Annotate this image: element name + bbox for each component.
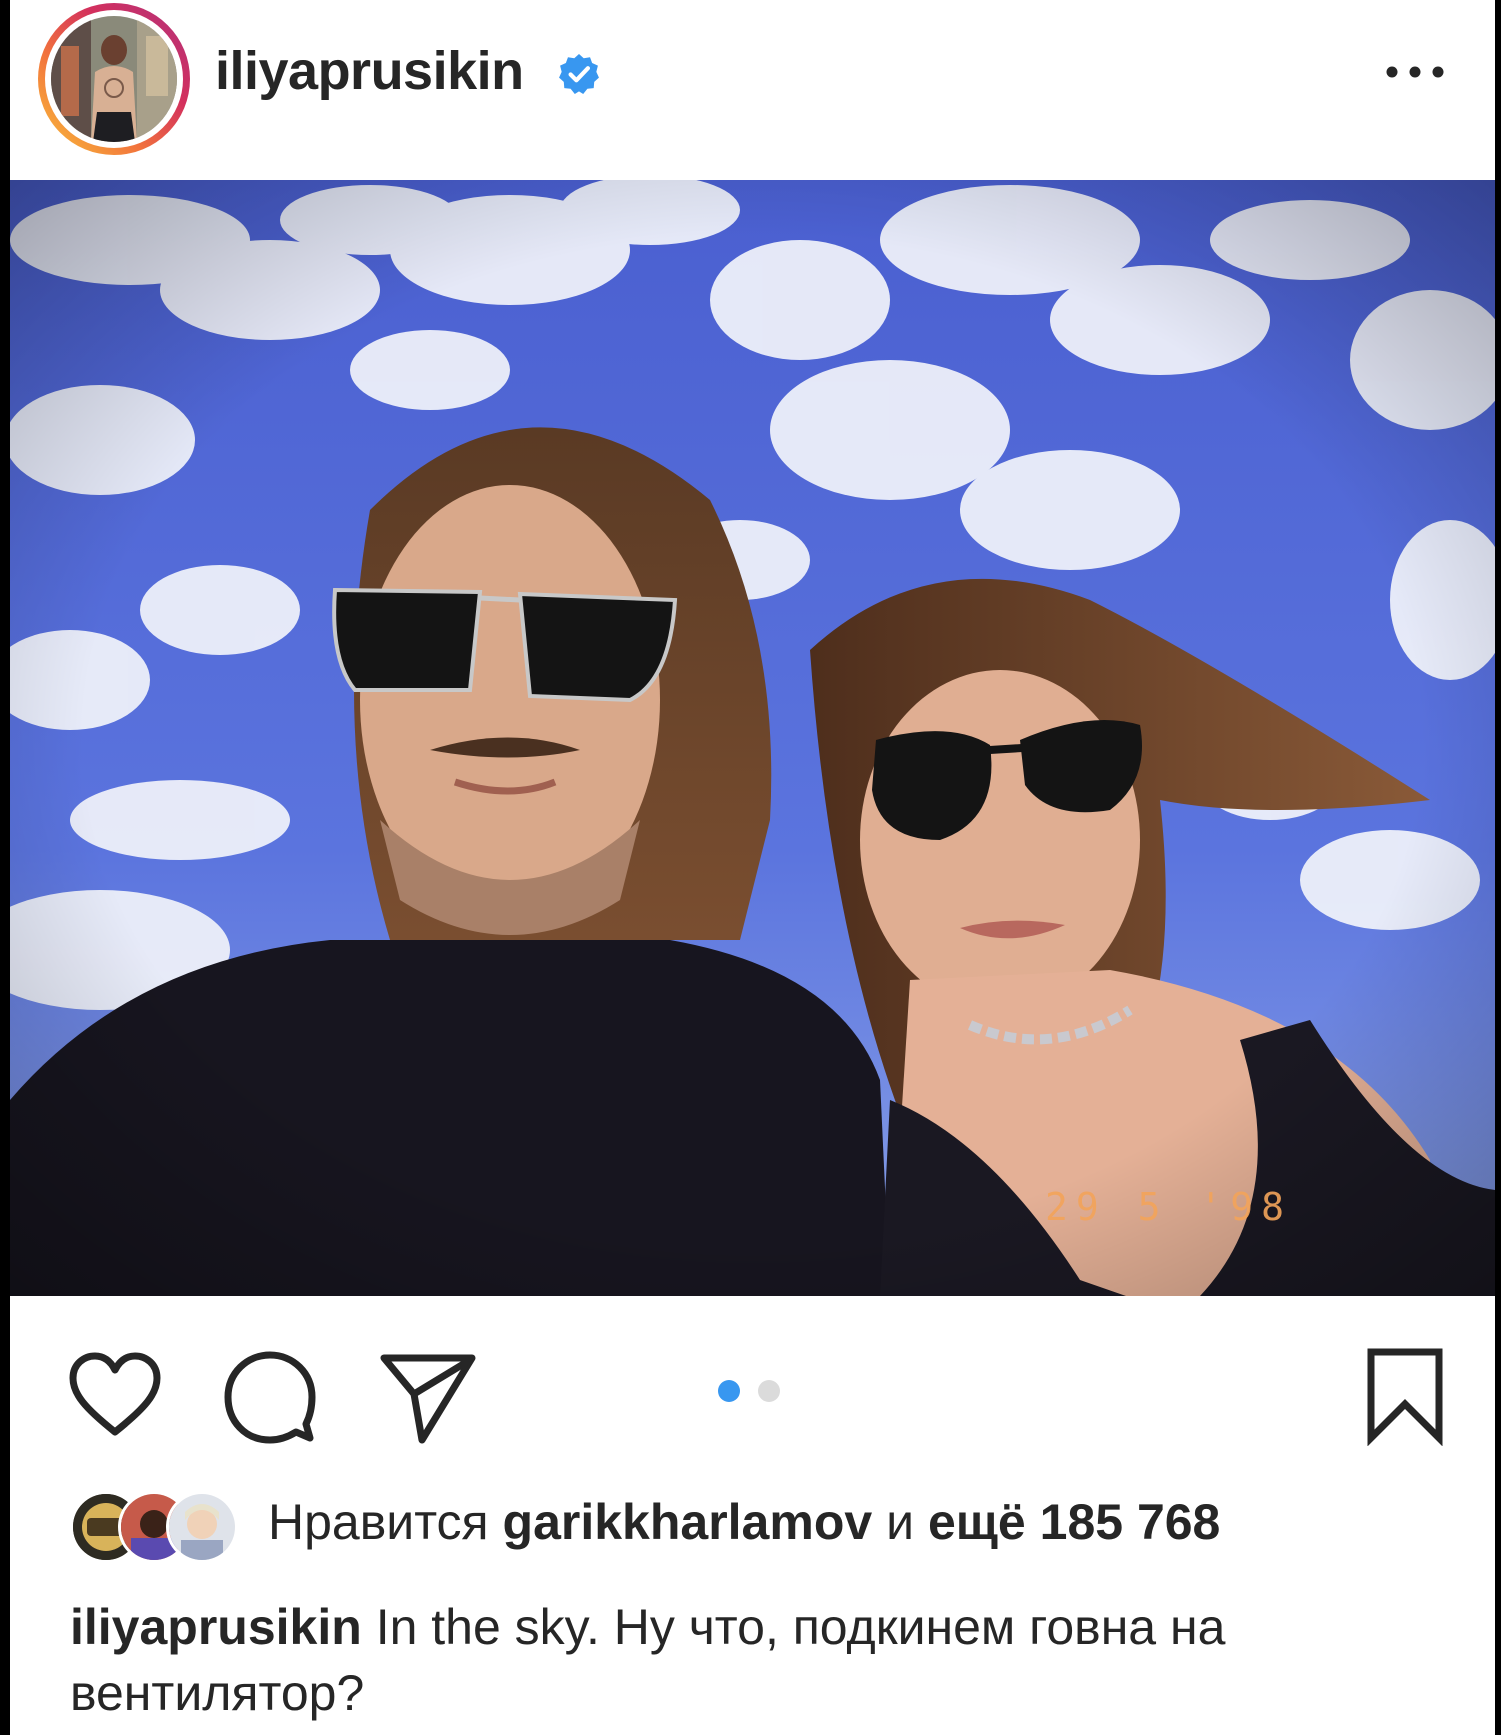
likes-text: Нравится garikkharlamov и ещё 185 768 bbox=[268, 1493, 1220, 1551]
likes-row: Нравится garikkharlamov и ещё 185 768 bbox=[70, 1487, 1490, 1567]
likes-count[interactable]: ещё 185 768 bbox=[928, 1494, 1220, 1550]
post-photo[interactable] bbox=[10, 180, 1495, 1296]
liker-username[interactable]: garikkharlamov bbox=[503, 1494, 873, 1550]
caption-author[interactable]: iliyaprusikin bbox=[70, 1599, 362, 1655]
date-stamp: 29 5 '98 bbox=[1045, 1185, 1293, 1229]
post-header: iliyaprusikin bbox=[10, 0, 1495, 180]
likes-conjunction: и bbox=[886, 1494, 915, 1550]
story-ring[interactable] bbox=[38, 3, 190, 155]
more-horizontal-icon[interactable] bbox=[1380, 52, 1450, 92]
send-icon[interactable] bbox=[378, 1348, 478, 1448]
heart-icon[interactable] bbox=[65, 1346, 165, 1446]
post-username[interactable]: iliyaprusikin bbox=[215, 40, 524, 102]
liker-avatars[interactable] bbox=[70, 1487, 250, 1563]
verified-badge-icon bbox=[559, 54, 599, 94]
likes-prefix: Нравится bbox=[268, 1494, 489, 1550]
comment-icon[interactable] bbox=[220, 1346, 320, 1446]
bookmark-icon[interactable] bbox=[1355, 1346, 1455, 1446]
instagram-post: iliyaprusikin 29 5 '98 Нравится garikkha… bbox=[10, 0, 1495, 1735]
post-actions bbox=[10, 1296, 1495, 1456]
carousel-dot-active bbox=[718, 1380, 740, 1402]
avatar[interactable] bbox=[51, 16, 177, 142]
carousel-dot bbox=[758, 1380, 780, 1402]
carousel-indicator bbox=[718, 1380, 788, 1402]
post-caption: iliyaprusikin In the sky. Ну что, подкин… bbox=[70, 1594, 1450, 1726]
liker-avatar bbox=[166, 1491, 238, 1563]
